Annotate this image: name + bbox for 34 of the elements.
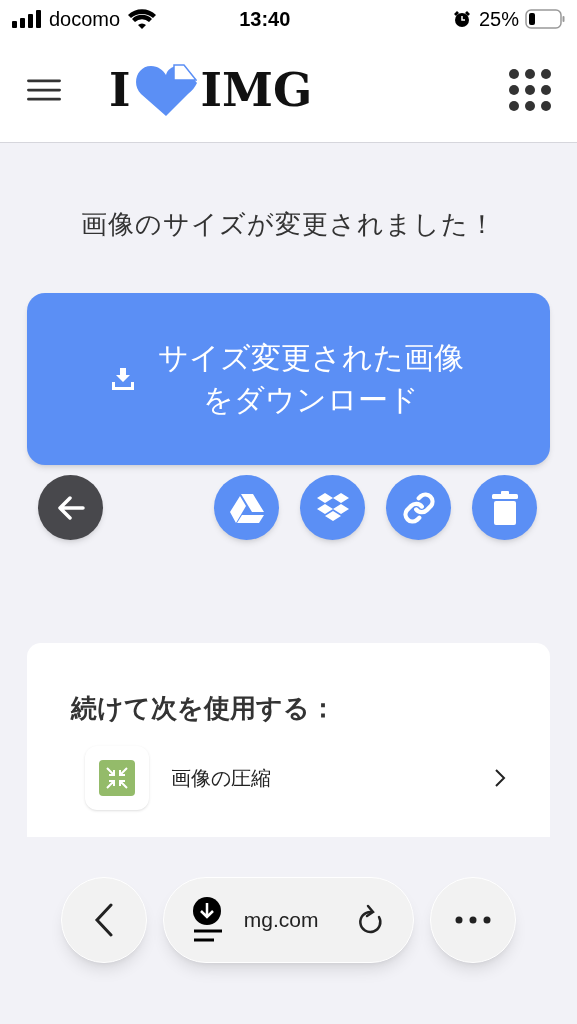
more-icon (455, 916, 492, 924)
logo-text: IMG (200, 67, 313, 113)
section-heading: 続けて次を使用する： (71, 692, 337, 725)
back-button[interactable] (38, 475, 103, 540)
url-text: mg.com (243, 907, 320, 934)
carrier-name: docomo (49, 7, 121, 32)
tool-item[interactable]: 画像の圧縮 (85, 746, 506, 810)
apps-grid-button[interactable] (508, 68, 552, 112)
battery-icon (525, 9, 565, 29)
download-icon (111, 368, 134, 390)
grid-icon (508, 68, 552, 112)
chevron-left-icon (93, 903, 114, 937)
heart-logo-icon (134, 64, 197, 116)
success-message: 画像のサイズが変更されました！ (81, 208, 496, 241)
dropbox-button[interactable] (300, 475, 365, 540)
clock-time: 13:40 (239, 7, 291, 32)
link-button[interactable] (386, 475, 451, 540)
delete-button[interactable] (472, 475, 537, 540)
triangle-icon (229, 492, 264, 523)
trash-icon (491, 490, 518, 525)
wifi-icon (128, 9, 157, 29)
alarm-icon (452, 10, 471, 28)
menu-icon (25, 79, 63, 101)
drive-button[interactable] (214, 475, 279, 540)
box-icon (315, 491, 350, 524)
download-icon (191, 897, 222, 943)
logo-text: I (109, 67, 131, 113)
compress-icon (99, 760, 135, 796)
chevron-right-icon (494, 768, 506, 788)
arrow-left-icon (56, 494, 85, 521)
link-icon (401, 490, 436, 525)
address-bar[interactable]: mg.com (162, 877, 415, 963)
battery-percent: 25% (478, 7, 519, 32)
signal-icon (12, 10, 42, 28)
